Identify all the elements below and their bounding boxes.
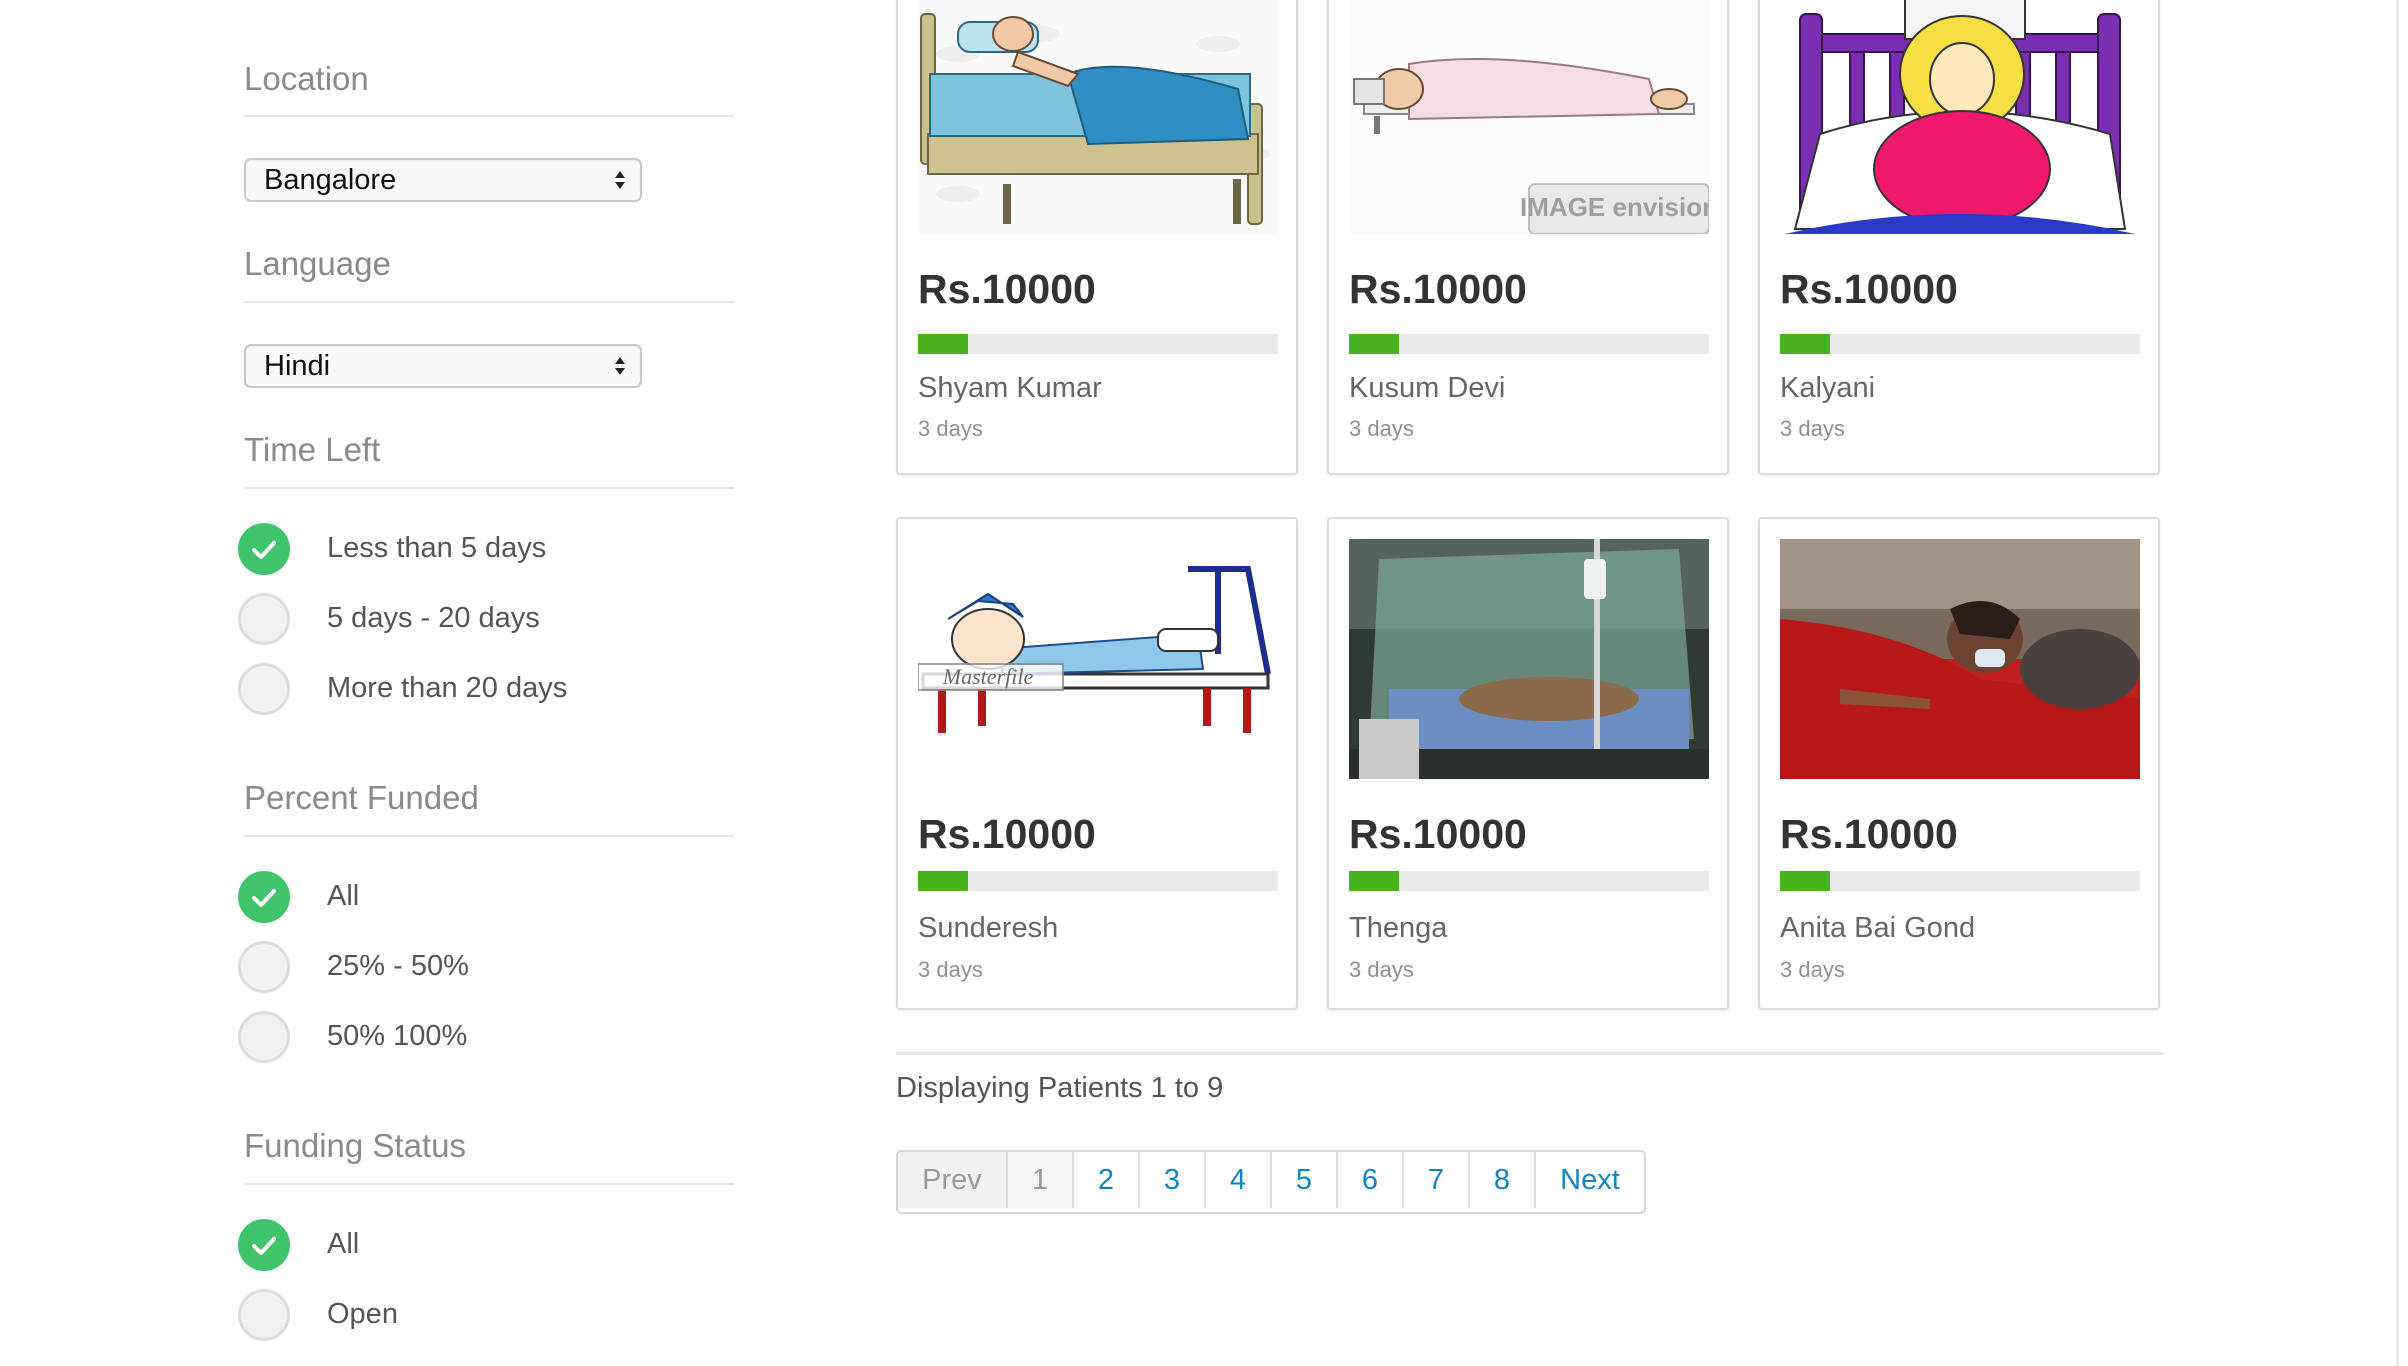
- patient-card[interactable]: Rs.10000 Kalyani 3 days: [1758, 0, 2160, 475]
- patient-name[interactable]: Thenga: [1349, 912, 1447, 945]
- select-arrows-icon: [615, 171, 625, 189]
- days-left: 3 days: [1780, 957, 1845, 982]
- time-left-radio-5-to-20-days[interactable]: [238, 593, 290, 645]
- prev-page-button[interactable]: Prev: [898, 1152, 1008, 1208]
- patient-image-old-man-in-bed: [918, 0, 1278, 234]
- location-selected-value: Bangalore: [264, 164, 397, 196]
- select-arrows-icon: [615, 357, 625, 375]
- patient-card[interactable]: Rs.10000 Thenga 3 days: [1327, 517, 1729, 1010]
- time-left-radio-less-than-5-days[interactable]: [238, 523, 290, 575]
- funding-progress-fill: [918, 334, 969, 354]
- patient-name[interactable]: Kusum Devi: [1349, 372, 1505, 405]
- funding-progress-fill: [918, 871, 969, 891]
- location-heading: Location: [244, 60, 369, 97]
- funding-progress-bar: [1780, 871, 2140, 891]
- language-heading: Language: [244, 245, 391, 282]
- page-7-button[interactable]: 7: [1404, 1152, 1470, 1208]
- patient-name[interactable]: Anita Bai Gond: [1780, 912, 1975, 945]
- funding-progress-bar: [1780, 334, 2140, 354]
- patient-name[interactable]: Shyam Kumar: [918, 372, 1102, 405]
- divider: [244, 835, 734, 837]
- location-select[interactable]: Bangalore: [244, 158, 642, 202]
- divider: [244, 301, 734, 303]
- funding-progress-bar: [1349, 871, 1709, 891]
- funding-progress-fill: [1780, 871, 1831, 891]
- scrollbar-track[interactable]: [2396, 0, 2399, 1366]
- radio-label: All: [327, 880, 360, 912]
- funding-status-radio-all[interactable]: [238, 1219, 290, 1271]
- checkmark-icon: [252, 541, 276, 559]
- patient-name[interactable]: Sunderesh: [918, 912, 1058, 945]
- goal-amount: Rs.10000: [918, 266, 1096, 312]
- page-1-button[interactable]: 1: [1008, 1152, 1074, 1208]
- goal-amount: Rs.10000: [1349, 266, 1527, 312]
- funding-progress-bar: [1349, 334, 1709, 354]
- patient-image-man-in-hospital-bed: IMAGE envision: [1349, 0, 1709, 234]
- days-left: 3 days: [918, 416, 983, 441]
- pagination: Prev 1 2 3 4 5 6 7 8 Next: [896, 1150, 1646, 1214]
- radio-label: 5 days - 20 days: [327, 602, 540, 634]
- radio-label: Open: [327, 1298, 398, 1330]
- divider: [244, 1183, 734, 1185]
- percent-funded-radio-all[interactable]: [238, 871, 290, 923]
- funding-progress-fill: [1349, 334, 1400, 354]
- results-divider: [896, 1052, 2163, 1055]
- patient-image-girl-oxygen-mask: [1780, 539, 2140, 779]
- funding-status-heading: Funding Status: [244, 1127, 466, 1164]
- page-8-button[interactable]: 8: [1470, 1152, 1536, 1208]
- page-5-button[interactable]: 5: [1272, 1152, 1338, 1208]
- filter-sidebar: Location Bangalore Language Hindi Time L…: [0, 0, 760, 1366]
- days-left: 3 days: [1780, 416, 1845, 441]
- page-2-button[interactable]: 2: [1074, 1152, 1140, 1208]
- divider: [244, 115, 734, 117]
- days-left: 3 days: [1349, 416, 1414, 441]
- radio-label: More than 20 days: [327, 672, 568, 704]
- goal-amount: Rs.10000: [1780, 811, 1958, 857]
- funding-progress-fill: [1349, 871, 1400, 891]
- patient-card[interactable]: Rs.10000 Anita Bai Gond 3 days: [1758, 517, 2160, 1010]
- patient-name[interactable]: Kalyani: [1780, 372, 1875, 405]
- funding-status-radio-open[interactable]: [238, 1289, 290, 1341]
- checkmark-icon: [252, 1237, 276, 1255]
- radio-label: 50% 100%: [327, 1020, 468, 1052]
- radio-label: 25% - 50%: [327, 950, 469, 982]
- percent-funded-heading: Percent Funded: [244, 779, 479, 816]
- percent-funded-radio-25-50[interactable]: [238, 941, 290, 993]
- language-select[interactable]: Hindi: [244, 344, 642, 388]
- percent-funded-radio-50-100[interactable]: [238, 1011, 290, 1063]
- language-selected-value: Hindi: [264, 350, 331, 382]
- patient-card[interactable]: Rs.10000 Shyam Kumar 3 days: [896, 0, 1298, 475]
- page-4-button[interactable]: 4: [1206, 1152, 1272, 1208]
- patient-card[interactable]: Masterfile Rs.10000 Sunderesh 3 days: [896, 517, 1298, 1010]
- patient-card[interactable]: IMAGE envision Rs.10000 Kusum Devi 3 day…: [1327, 0, 1729, 475]
- page-3-button[interactable]: 3: [1140, 1152, 1206, 1208]
- goal-amount: Rs.10000: [1780, 266, 1958, 312]
- funding-progress-fill: [1780, 334, 1831, 354]
- patient-image-sick-woman-in-bed: [1780, 0, 2140, 234]
- radio-label: Less than 5 days: [327, 532, 547, 564]
- checkmark-icon: [252, 889, 276, 907]
- days-left: 3 days: [918, 957, 983, 982]
- funding-progress-bar: [918, 334, 1278, 354]
- next-page-button[interactable]: Next: [1536, 1152, 1644, 1208]
- radio-label: All: [327, 1228, 360, 1260]
- goal-amount: Rs.10000: [1349, 811, 1527, 857]
- patient-image-mosquito-net: [1349, 539, 1709, 779]
- results-count-text: Displaying Patients 1 to 9: [896, 1072, 1224, 1104]
- time-left-heading: Time Left: [244, 431, 381, 468]
- masterfile-watermark: Masterfile: [942, 664, 1034, 689]
- divider: [244, 487, 734, 489]
- time-left-radio-more-than-20-days[interactable]: [238, 663, 290, 715]
- funding-progress-bar: [918, 871, 1278, 891]
- goal-amount: Rs.10000: [918, 811, 1096, 857]
- page-6-button[interactable]: 6: [1338, 1152, 1404, 1208]
- image-envision-watermark: IMAGE envision: [1520, 192, 1709, 222]
- days-left: 3 days: [1349, 957, 1414, 982]
- patient-image-boy-with-leg-traction: Masterfile: [918, 539, 1278, 779]
